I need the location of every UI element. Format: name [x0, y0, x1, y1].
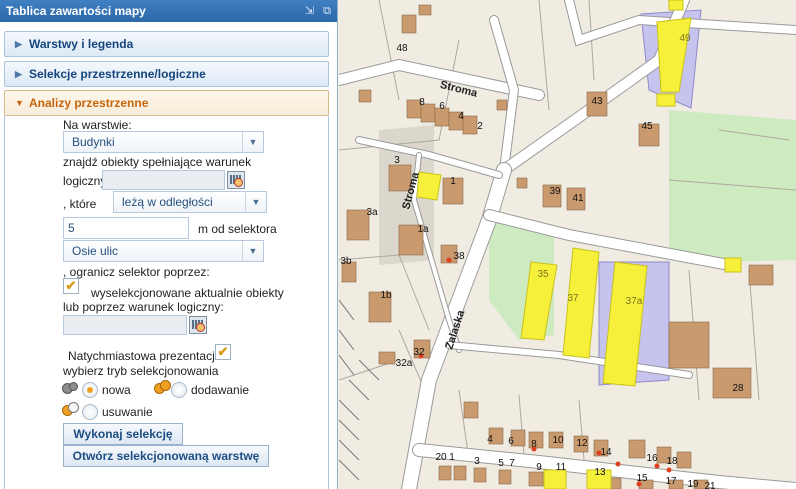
- building-number: 17: [665, 476, 677, 487]
- building-number: 3: [394, 155, 400, 166]
- building-number: 8: [531, 439, 537, 450]
- building-number: 16: [646, 453, 658, 464]
- building-number: 1: [450, 176, 456, 187]
- building-number: 2: [477, 121, 483, 132]
- building-number: 19: [687, 479, 699, 489]
- section-label: Warstwy i legenda: [29, 37, 134, 51]
- section-spatial-analysis[interactable]: ▼ Analizy przestrzenne: [4, 90, 329, 116]
- mode-remove-radio[interactable]: [82, 404, 98, 420]
- building-number: 14: [600, 447, 612, 458]
- building-number: 1a: [417, 224, 429, 235]
- add-selection-icon: [154, 380, 172, 396]
- instant-presentation-label: Natychmiastowa prezentacja:: [68, 349, 225, 363]
- building-number: 37a: [626, 296, 643, 307]
- building-number: 48: [396, 43, 408, 54]
- building-number: 3: [474, 456, 480, 467]
- selected-objects-label: wyselekcjonowane aktualnie obiekty: [91, 286, 284, 300]
- building-number: 37: [567, 293, 579, 304]
- dropdown-arrow-icon: ▼: [242, 132, 263, 152]
- dropdown-arrow-icon: ▼: [245, 192, 266, 212]
- selection-mode-label: wybierz tryb selekcjonowania: [63, 364, 219, 378]
- building-number: 1b: [380, 290, 392, 301]
- building-number: 39: [549, 186, 561, 197]
- mode-remove-label: usuwanie: [102, 405, 153, 419]
- dropdown-arrow-icon: ▼: [242, 241, 263, 261]
- building-number: 5: [498, 458, 504, 469]
- section-label: Selekcje przestrzenne/logiczne: [29, 67, 206, 81]
- mode-add-label: dodawanie: [191, 383, 250, 397]
- mode-add-radio[interactable]: [171, 382, 187, 398]
- building-number: 1: [449, 452, 455, 463]
- distance-input[interactable]: 5: [63, 217, 189, 239]
- building-number: 45: [641, 121, 653, 132]
- building-number: 28: [732, 383, 744, 394]
- chevron-down-icon: ▼: [15, 98, 24, 108]
- green-area: [669, 110, 796, 262]
- instant-presentation-checkbox[interactable]: ✔: [215, 344, 231, 360]
- building-number: 7: [509, 458, 515, 469]
- logical-condition2-label: lub poprzez warunek logiczny:: [63, 300, 224, 314]
- chevron-right-icon: ▶: [15, 69, 22, 79]
- distance-unit-label: m od selektora: [198, 222, 277, 236]
- panel-header: Tablica zawartości mapy ⇲ ⧉: [0, 0, 337, 22]
- query-builder-icon[interactable]: [189, 316, 207, 334]
- building-number: 6: [508, 436, 514, 447]
- building-number: 4: [458, 111, 464, 122]
- which-label: , które: [63, 197, 97, 211]
- mode-new-label: nowa: [102, 383, 131, 397]
- layer-select[interactable]: Budynki ▼: [63, 131, 264, 153]
- building-number: 43: [591, 96, 603, 107]
- condition-label: znajdź obiekty spełniające warunek: [63, 155, 252, 169]
- layer-select-value: Budynki: [72, 135, 115, 149]
- building-number: 20: [435, 452, 447, 463]
- selector-select-value: Osie ulic: [72, 244, 119, 258]
- logical-condition2-input[interactable]: [63, 315, 187, 335]
- relation-select-value: leżą w odległości: [122, 195, 213, 209]
- building-number: 4: [487, 434, 493, 445]
- query-builder-icon[interactable]: [227, 171, 245, 189]
- building-number: 9: [536, 462, 542, 473]
- building-number: 32: [413, 347, 425, 358]
- building-number: 3b: [340, 256, 352, 267]
- relation-select[interactable]: leżą w odległości ▼: [113, 191, 267, 213]
- building-number: 13: [594, 467, 606, 478]
- new-selection-icon: [62, 380, 80, 396]
- building-number: 12: [576, 438, 588, 449]
- panel-title: Tablica zawartości mapy: [6, 4, 146, 18]
- building-number: 18: [666, 456, 678, 467]
- building-number: 15: [636, 473, 648, 484]
- open-selected-layer-button[interactable]: Otwórz selekcjonowaną warstwę: [63, 445, 269, 467]
- building-number: 38: [453, 251, 465, 262]
- spatial-analysis-form: Na warstwie: Budynki ▼ znajdź obiekty sp…: [4, 116, 329, 489]
- selected-objects-checkbox[interactable]: ✔: [63, 278, 79, 294]
- building-number: 32a: [396, 358, 413, 369]
- building-number: 6: [439, 101, 445, 112]
- building-number: 41: [572, 193, 584, 204]
- execute-selection-button[interactable]: Wykonaj selekcję: [63, 423, 183, 445]
- map-contents-panel: Tablica zawartości mapy ⇲ ⧉ ▶ Warstwy i …: [0, 0, 338, 489]
- selector-select[interactable]: Osie ulic ▼: [63, 240, 264, 262]
- collapse-icon[interactable]: ⇲: [305, 5, 314, 17]
- map-view[interactable]: Stroma Stroma Zalaska 48 49 8 6 4 2 43 4…: [339, 0, 796, 489]
- building-number: 10: [552, 435, 564, 446]
- layer-label: Na warstwie:: [63, 118, 132, 132]
- undock-icon[interactable]: ⧉: [323, 5, 331, 17]
- section-label: Analizy przestrzenne: [29, 96, 149, 110]
- building-number: 49: [679, 33, 691, 44]
- building-number: 3a: [366, 207, 378, 218]
- building-number: 35: [537, 269, 549, 280]
- building-number: 21: [704, 481, 716, 489]
- mode-new-radio[interactable]: [82, 382, 98, 398]
- building-number: 11: [556, 462, 567, 473]
- building-number: 8: [419, 97, 425, 108]
- limit-selector-label: , ogranicz selektor poprzez:: [63, 265, 210, 279]
- section-spatial-logical-selections[interactable]: ▶ Selekcje przestrzenne/logiczne: [4, 61, 329, 87]
- map-canvas[interactable]: Stroma Stroma Zalaska 48 49 8 6 4 2 43 4…: [339, 0, 796, 489]
- section-layers-legend[interactable]: ▶ Warstwy i legenda: [4, 31, 329, 57]
- remove-selection-icon: [62, 402, 80, 418]
- logical-label: logiczny: [63, 174, 107, 188]
- logical-condition-input[interactable]: [102, 170, 225, 190]
- chevron-right-icon: ▶: [15, 39, 22, 49]
